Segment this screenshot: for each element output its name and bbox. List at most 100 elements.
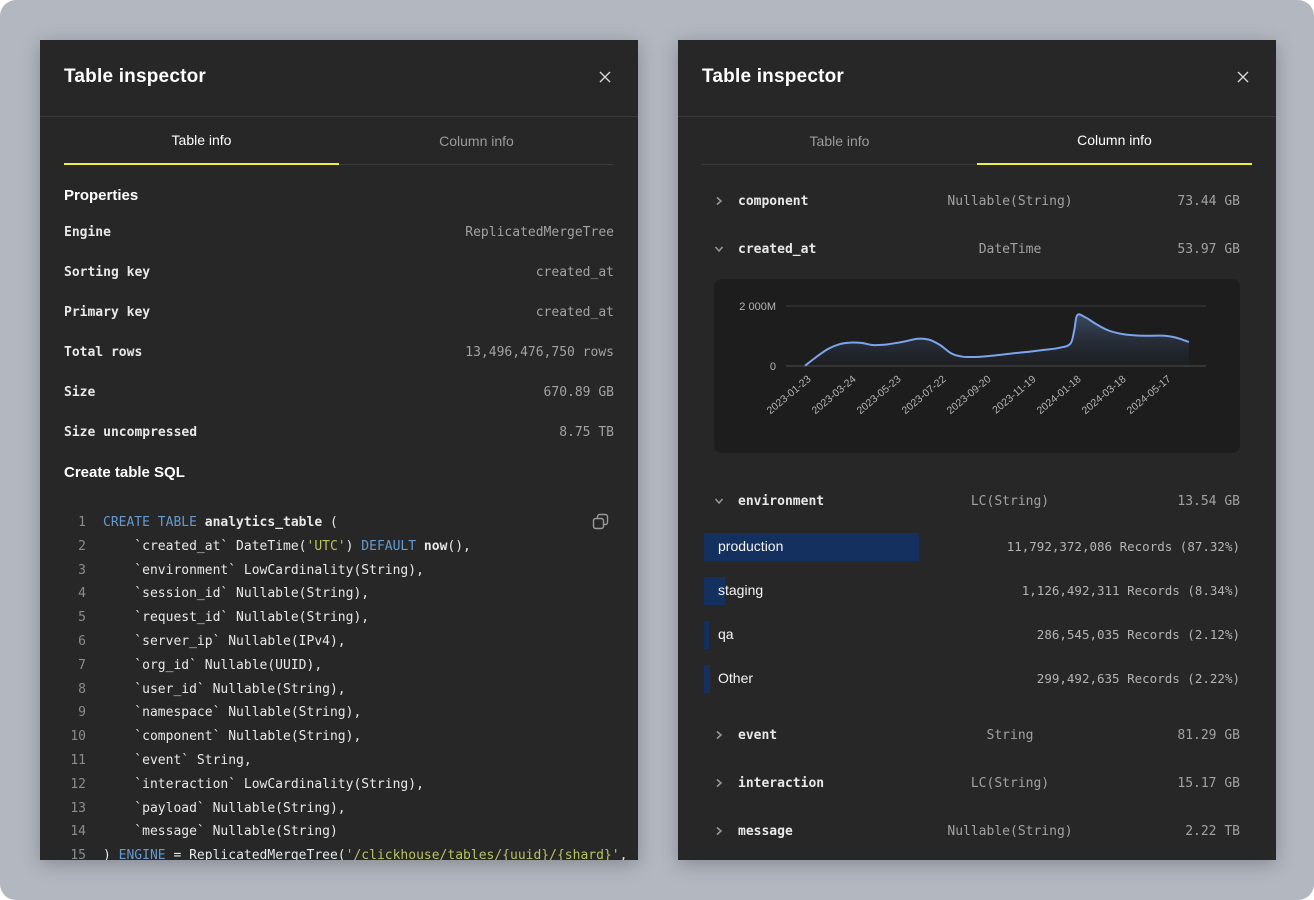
- property-label: Size: [64, 385, 95, 400]
- table-info-content: Properties Engine ReplicatedMergeTree So…: [40, 187, 638, 860]
- line-number: 10: [64, 725, 86, 749]
- property-label: Primary key: [64, 305, 150, 320]
- value-label: qa: [718, 626, 734, 642]
- sql-line: 9 `namespace` Nullable(String),: [64, 701, 614, 725]
- column-row-message[interactable]: message Nullable(String) 2.22 TB: [702, 807, 1252, 855]
- x-axis-tick-label: 2023-01-23: [765, 373, 814, 417]
- line-number: 9: [64, 701, 86, 725]
- properties-heading: Properties: [64, 187, 614, 204]
- column-row-interaction[interactable]: interaction LC(String) 15.17 GB: [702, 759, 1252, 807]
- table-inspector-dialog-table-info: Table inspector Table info Column info P…: [40, 40, 638, 860]
- sql-line-text: `payload` Nullable(String),: [103, 797, 346, 821]
- tab-bar: Table info Column info: [64, 117, 614, 165]
- page-background: Table inspector Table info Column info P…: [0, 0, 1314, 900]
- line-number: 3: [64, 559, 86, 583]
- dialog-header: Table inspector: [678, 40, 1276, 117]
- column-row-component[interactable]: component Nullable(String) 73.44 GB: [702, 177, 1252, 225]
- sql-line: 15 ) ENGINE = ReplicatedMergeTree('/clic…: [64, 844, 614, 860]
- chevron-down-icon: [714, 496, 738, 506]
- line-number: 1: [64, 511, 86, 535]
- chevron-down-icon: [714, 244, 738, 254]
- copy-sql-button[interactable]: [588, 511, 612, 535]
- column-type: DateTime: [890, 242, 1130, 257]
- column-row-created_at[interactable]: created_at DateTime 53.97 GB: [702, 225, 1252, 273]
- property-row: Sorting key created_at: [64, 252, 614, 292]
- x-axis-tick-label: 2024-05-17: [1125, 373, 1174, 417]
- value-label: staging: [718, 582, 763, 598]
- column-type: LC(String): [890, 776, 1130, 791]
- tab-table-info[interactable]: Table info: [64, 117, 339, 165]
- property-label: Engine: [64, 225, 111, 240]
- x-axis-tick-label: 2024-03-18: [1080, 373, 1129, 417]
- line-number: 6: [64, 630, 86, 654]
- sql-line-text: CREATE TABLE analytics_table (: [103, 511, 338, 535]
- sql-line-text: `namespace` Nullable(String),: [103, 701, 361, 725]
- line-number: 11: [64, 749, 86, 773]
- close-button[interactable]: [592, 66, 618, 92]
- tab-column-info[interactable]: Column info: [339, 117, 614, 165]
- line-number: 14: [64, 820, 86, 844]
- value-distribution-bar: [704, 665, 710, 693]
- sql-line: 13 `payload` Nullable(String),: [64, 797, 614, 821]
- tab-column-info[interactable]: Column info: [977, 117, 1252, 165]
- y-axis-tick-label: 0: [770, 361, 776, 373]
- sql-line-text: `org_id` Nullable(UUID),: [103, 654, 322, 678]
- area-fill: [805, 314, 1189, 366]
- tab-bar: Table info Column info: [702, 117, 1252, 165]
- column-name: event: [738, 728, 890, 743]
- property-value: created_at: [536, 265, 614, 280]
- column-type: LC(String): [890, 494, 1130, 509]
- x-axis-tick-label: 2023-09-20: [945, 373, 994, 417]
- properties-list: Engine ReplicatedMergeTree Sorting key c…: [64, 212, 614, 452]
- sql-line-text: `message` Nullable(String): [103, 820, 338, 844]
- sql-line-text: `created_at` DateTime('UTC') DEFAULT now…: [103, 535, 471, 559]
- sql-line: 2 `created_at` DateTime('UTC') DEFAULT n…: [64, 535, 614, 559]
- x-axis-tick-label: 2024-01-18: [1035, 373, 1084, 417]
- column-value-row: qa 286,545,035 Records (2.12%): [702, 613, 1252, 657]
- property-value: 670.89 GB: [544, 385, 614, 400]
- column-row-environment[interactable]: environment LC(String) 13.54 GB: [702, 477, 1252, 525]
- column-type: String: [890, 728, 1130, 743]
- property-value: created_at: [536, 305, 614, 320]
- area-chart: 2 000M02023-01-232023-03-242023-05-23202…: [714, 279, 1240, 453]
- property-value: 8.75 TB: [559, 425, 614, 440]
- sql-line-text: `environment` LowCardinality(String),: [103, 559, 424, 583]
- sql-line: 14 `message` Nullable(String): [64, 820, 614, 844]
- chevron-right-icon: [714, 730, 738, 740]
- property-value: 13,496,476,750 rows: [465, 345, 614, 360]
- line-number: 12: [64, 773, 86, 797]
- column-type: Nullable(String): [890, 194, 1130, 209]
- close-button[interactable]: [1230, 66, 1256, 92]
- property-row: Primary key created_at: [64, 292, 614, 332]
- close-icon: [1236, 70, 1250, 84]
- dialog-title: Table inspector: [702, 66, 1252, 88]
- column-row-event[interactable]: event String 81.29 GB: [702, 711, 1252, 759]
- column-size: 15.17 GB: [1130, 776, 1240, 791]
- sql-line: 6 `server_ip` Nullable(IPv4),: [64, 630, 614, 654]
- columns-list: component Nullable(String) 73.44 GB crea…: [678, 177, 1276, 855]
- column-size: 81.29 GB: [1130, 728, 1240, 743]
- x-axis-tick-label: 2023-07-22: [900, 373, 949, 417]
- sql-line: 4 `session_id` Nullable(String),: [64, 582, 614, 606]
- column-name: environment: [738, 494, 890, 509]
- property-row: Size uncompressed 8.75 TB: [64, 412, 614, 452]
- line-number: 5: [64, 606, 86, 630]
- chevron-right-icon: [714, 778, 738, 788]
- value-label: Other: [718, 670, 753, 686]
- sql-code-block: 1 CREATE TABLE analytics_table ( 2 `crea…: [64, 511, 614, 860]
- sql-line: 12 `interaction` LowCardinality(String),: [64, 773, 614, 797]
- value-record-count: 1,126,492,311 Records (8.34%): [1022, 583, 1240, 598]
- line-number: 7: [64, 654, 86, 678]
- sql-line: 10 `component` Nullable(String),: [64, 725, 614, 749]
- property-row: Engine ReplicatedMergeTree: [64, 212, 614, 252]
- sql-line: 5 `request_id` Nullable(String),: [64, 606, 614, 630]
- tab-table-info[interactable]: Table info: [702, 117, 977, 165]
- sql-line: 8 `user_id` Nullable(String),: [64, 678, 614, 702]
- column-size: 2.22 TB: [1130, 824, 1240, 839]
- property-row: Total rows 13,496,476,750 rows: [64, 332, 614, 372]
- close-icon: [598, 70, 612, 84]
- column-size: 73.44 GB: [1130, 194, 1240, 209]
- sql-line-text: `interaction` LowCardinality(String),: [103, 773, 424, 797]
- value-label: production: [718, 538, 783, 554]
- value-record-count: 299,492,635 Records (2.22%): [1037, 671, 1240, 686]
